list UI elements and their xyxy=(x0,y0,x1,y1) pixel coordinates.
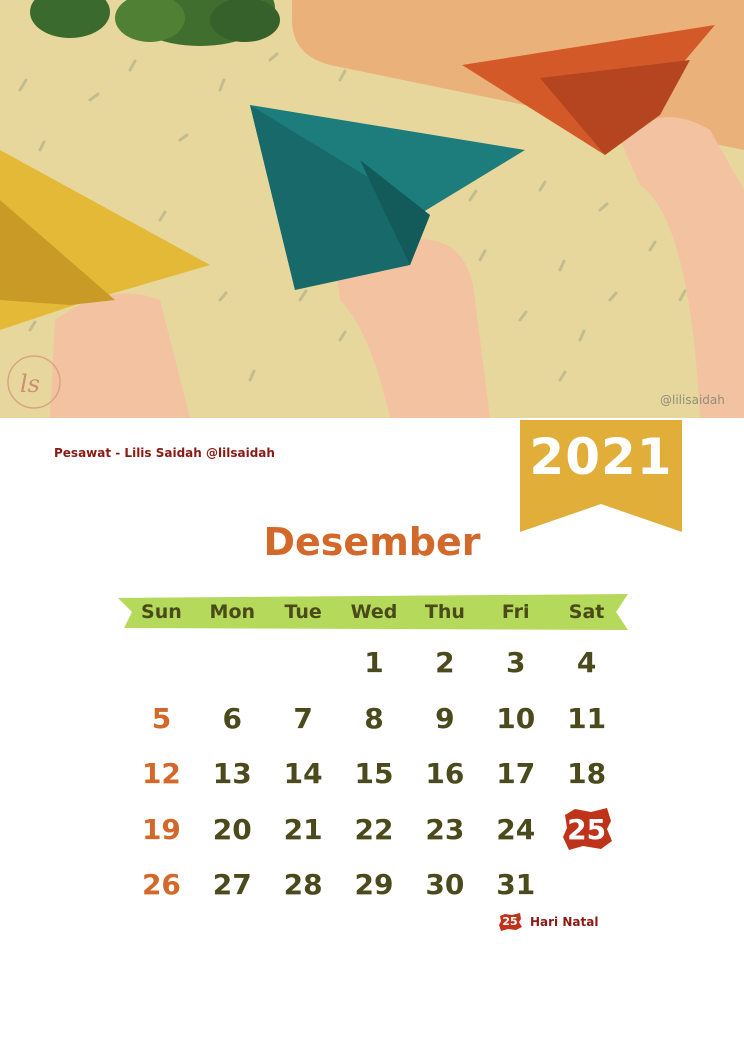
day-cell: 1 xyxy=(364,646,384,679)
day-cell: 2 xyxy=(435,646,455,679)
day-cell: 28 xyxy=(283,868,323,901)
day-cell: 22 xyxy=(354,812,394,846)
day-cell: 5 xyxy=(151,701,172,735)
day-cell xyxy=(268,638,339,694)
day-cell: 7 xyxy=(293,701,313,735)
weekday-header: Sun Mon Tue Wed Thu Fri Sat xyxy=(126,597,622,627)
day-cell: 31 xyxy=(496,868,536,901)
day-cell: 10 xyxy=(496,701,536,735)
day-cell: 20 xyxy=(212,812,252,846)
day-cell: 15 xyxy=(354,757,394,790)
calendar-week: 5 6 7 8 9 10 11 xyxy=(126,694,622,750)
weekday-thu: Thu xyxy=(424,601,465,623)
day-cell: 24 xyxy=(496,812,536,846)
day-cell: 26 xyxy=(141,868,181,901)
holiday-day-cell: 25 xyxy=(551,805,622,861)
calendar-week: 19 20 21 22 23 24 25 xyxy=(126,805,622,861)
day-cell: 4 xyxy=(576,646,597,679)
holiday-legend-label: Hari Natal xyxy=(530,915,599,929)
day-cell: 8 xyxy=(364,701,384,735)
day-cell: 17 xyxy=(496,757,536,790)
day-cell: 6 xyxy=(222,701,243,735)
illustration-credit: Pesawat - Lilis Saidah @lilsaidah xyxy=(54,446,275,460)
weekday-fri: Fri xyxy=(501,601,530,623)
calendar-week: 1 2 3 4 xyxy=(126,638,622,694)
holiday-legend-badge: 25 xyxy=(498,913,522,931)
year-label: 2021 xyxy=(529,428,673,486)
signature-text: @lilisaidah xyxy=(660,393,725,407)
weekday-tue: Tue xyxy=(284,601,322,623)
day-cell: 29 xyxy=(354,868,394,901)
day-cell: 3 xyxy=(505,646,526,679)
weekday-sat: Sat xyxy=(568,601,605,623)
day-cell: 16 xyxy=(425,757,465,790)
day-cell xyxy=(551,860,622,916)
day-cell xyxy=(126,638,197,694)
day-cell: 30 xyxy=(425,868,465,901)
weekday-wed: Wed xyxy=(350,601,398,623)
day-cell: 14 xyxy=(283,757,323,790)
day-cell: 27 xyxy=(212,868,252,901)
holiday-legend-day: 25 xyxy=(502,915,518,928)
day-cell: 12 xyxy=(141,757,181,790)
day-cell xyxy=(197,638,268,694)
monogram-text: ls xyxy=(20,370,40,398)
day-cell: 18 xyxy=(567,757,607,790)
calendar-grid: 1 2 3 4 5 6 7 8 9 10 11 12 13 14 15 16 1… xyxy=(126,638,622,916)
month-title: Desember xyxy=(263,520,481,564)
day-cell: 23 xyxy=(425,812,465,846)
calendar-week: 26 27 28 29 30 31 xyxy=(126,860,622,916)
weekday-sun: Sun xyxy=(141,601,182,623)
day-cell: 21 xyxy=(283,812,323,846)
day-cell: 11 xyxy=(567,701,607,735)
day-cell: 13 xyxy=(212,757,252,790)
calendar-week: 12 13 14 15 16 17 18 xyxy=(126,749,622,805)
holiday-day-number: 25 xyxy=(567,812,607,846)
paper-planes-illustration: ls @lilisaidah xyxy=(0,0,744,418)
day-cell: 9 xyxy=(435,701,455,735)
weekday-mon: Mon xyxy=(209,601,256,623)
day-cell: 19 xyxy=(141,812,181,846)
holiday-legend: 25 Hari Natal xyxy=(498,913,598,931)
